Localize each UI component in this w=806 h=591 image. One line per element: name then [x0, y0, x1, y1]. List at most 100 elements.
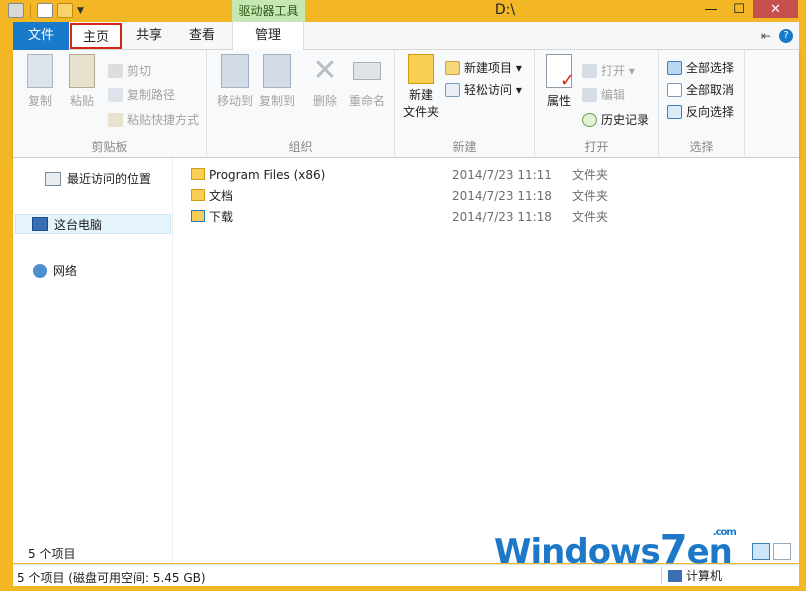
select-none-button[interactable]: 全部取消: [667, 81, 734, 98]
minimize-ribbon-icon[interactable]: ⇤: [761, 29, 771, 43]
new-item-button[interactable]: 新建项目 ▾: [445, 59, 522, 76]
title-bar: ▼ 驱动器工具 D:\ — ☐ ✕: [0, 0, 806, 22]
open-button[interactable]: 打开 ▾: [582, 62, 635, 79]
group-open: ✓ 属性 打开 ▾ 编辑 历史记录 打开: [535, 50, 659, 158]
recent-places-icon: [45, 171, 61, 186]
invert-selection-label: 反向选择: [686, 105, 735, 119]
tab-share[interactable]: 共享: [129, 22, 169, 50]
easy-access-button[interactable]: 轻松访问 ▾: [445, 81, 522, 98]
properties-label: 属性: [546, 94, 571, 108]
large-icons-view-icon[interactable]: [773, 543, 791, 560]
move-to-label: 移动到: [216, 94, 253, 108]
file-date: 2014/7/23 11:18: [452, 209, 552, 224]
delete-label: 删除: [312, 94, 337, 108]
ribbon-controls: ⇤ ?: [761, 29, 793, 43]
tab-view[interactable]: 查看: [181, 22, 223, 50]
folder-icon: [191, 189, 205, 201]
file-name: Program Files (x86): [209, 167, 326, 182]
rename-button[interactable]: 重命名: [345, 54, 389, 109]
edit-label: 编辑: [601, 88, 626, 102]
tab-manage[interactable]: 管理: [232, 22, 304, 50]
edit-button[interactable]: 编辑: [582, 86, 625, 103]
ribbon-tabs: 文件 主页 共享 查看 管理 ⇤ ?: [13, 22, 799, 50]
table-row[interactable]: Program Files (x86) 2014/7/23 11:11 文件夹: [191, 165, 621, 184]
group-new: 新建 文件夹 新建项目 ▾ 轻松访问 ▾ 新建: [395, 50, 535, 158]
tab-home[interactable]: 主页: [70, 23, 122, 49]
details-view-icon[interactable]: [752, 543, 770, 560]
nav-item-recent[interactable]: 最近访问的位置: [45, 170, 151, 187]
select-all-button[interactable]: 全部选择: [667, 59, 734, 76]
minimize-button[interactable]: —: [697, 0, 725, 18]
invert-selection-icon: [667, 104, 682, 119]
history-label: 历史记录: [601, 113, 650, 127]
move-to-button[interactable]: 移动到: [213, 54, 257, 109]
cut-button[interactable]: 剪切: [108, 62, 151, 79]
open-label: 打开 ▾: [601, 64, 635, 78]
copy-button[interactable]: 复制: [22, 54, 58, 109]
checkmark-icon: ✓: [559, 70, 575, 91]
close-button[interactable]: ✕: [753, 0, 798, 18]
invert-selection-button[interactable]: 反向选择: [667, 103, 734, 120]
copy-path-button[interactable]: 复制路径: [108, 86, 175, 103]
copy-path-label: 复制路径: [127, 88, 176, 102]
explorer-window: ▼ 驱动器工具 D:\ — ☐ ✕ 文件 主页 共享 查看 管理 ⇤ ? 复制: [0, 0, 806, 591]
group-select: 全部选择 全部取消 反向选择 选择: [659, 50, 745, 158]
disk-info: 5 个项目 (磁盘可用空间: 5.45 GB): [17, 571, 206, 585]
computer-icon: [668, 569, 682, 582]
file-type: 文件夹: [572, 168, 609, 182]
select-none-label: 全部取消: [686, 83, 735, 97]
group-label-open: 打开: [584, 140, 609, 154]
paste-shortcut-icon: [108, 112, 123, 127]
properties-icon: ✓: [546, 54, 575, 91]
view-switcher: [752, 543, 791, 560]
table-row[interactable]: 文档 2014/7/23 11:18 文件夹: [191, 186, 621, 205]
paste-button[interactable]: 粘贴: [64, 54, 100, 109]
window-controls: — ☐ ✕: [697, 0, 798, 18]
download-folder-icon: [191, 210, 205, 222]
watermark-suffix: .com: [712, 527, 737, 538]
copy-path-icon: [108, 87, 123, 102]
history-button[interactable]: 历史记录: [582, 111, 649, 128]
paste-icon: [69, 54, 95, 88]
cut-label: 剪切: [127, 64, 152, 78]
folder-icon: [408, 54, 434, 84]
new-folder-button[interactable]: 新建 文件夹: [399, 54, 443, 120]
file-list: Program Files (x86) 2014/7/23 11:11 文件夹 …: [173, 158, 799, 538]
nav-item-this-pc[interactable]: 这台电脑: [15, 214, 171, 234]
easy-access-icon: [445, 82, 460, 97]
ribbon: 复制 粘贴 剪切 复制路径 粘贴快捷方式 剪贴板 移动到 复制到 ✕ 删除 重命…: [13, 50, 799, 158]
tab-file[interactable]: 文件: [13, 22, 69, 50]
file-type: 文件夹: [572, 210, 609, 224]
computer-label: 计算机: [686, 569, 723, 583]
group-label-new: 新建: [452, 140, 477, 154]
delete-icon: ✕: [312, 53, 338, 88]
nav-item-recent-label: 最近访问的位置: [67, 172, 152, 186]
group-organize: 移动到 复制到 ✕ 删除 重命名 组织: [207, 50, 395, 158]
maximize-button[interactable]: ☐: [725, 0, 753, 18]
table-row[interactable]: 下载 2014/7/23 11:18 文件夹: [191, 207, 621, 226]
details-bar: 5 个项目 (磁盘可用空间: 5.45 GB) 计算机: [13, 564, 799, 586]
new-item-icon: [445, 60, 460, 75]
copy-to-button[interactable]: 复制到: [255, 54, 299, 109]
select-none-icon: [667, 82, 682, 97]
delete-button[interactable]: ✕ 删除: [307, 54, 343, 109]
properties-button[interactable]: ✓ 属性: [539, 54, 579, 109]
network-icon: [33, 263, 47, 278]
computer-icon: [32, 217, 48, 231]
group-label-organize: 组织: [288, 140, 313, 154]
item-count: 5 个项目: [28, 547, 76, 561]
nav-item-network[interactable]: 网络: [33, 262, 77, 279]
file-name: 文档: [209, 189, 234, 203]
main-content: 最近访问的位置 这台电脑 网络 Program Files (x86) 2014…: [13, 158, 799, 563]
paste-shortcut-button[interactable]: 粘贴快捷方式: [108, 111, 199, 128]
move-to-icon: [221, 54, 249, 88]
new-item-label: 新建项目 ▾: [464, 61, 522, 75]
help-icon[interactable]: ?: [779, 29, 793, 43]
select-all-label: 全部选择: [686, 61, 735, 75]
copy-icon: [27, 54, 53, 88]
paste-label: 粘贴: [69, 94, 94, 108]
window-title: D:\: [494, 2, 516, 18]
copy-label: 复制: [27, 94, 52, 108]
nav-item-network-label: 网络: [53, 264, 78, 278]
copy-to-label: 复制到: [258, 94, 295, 108]
